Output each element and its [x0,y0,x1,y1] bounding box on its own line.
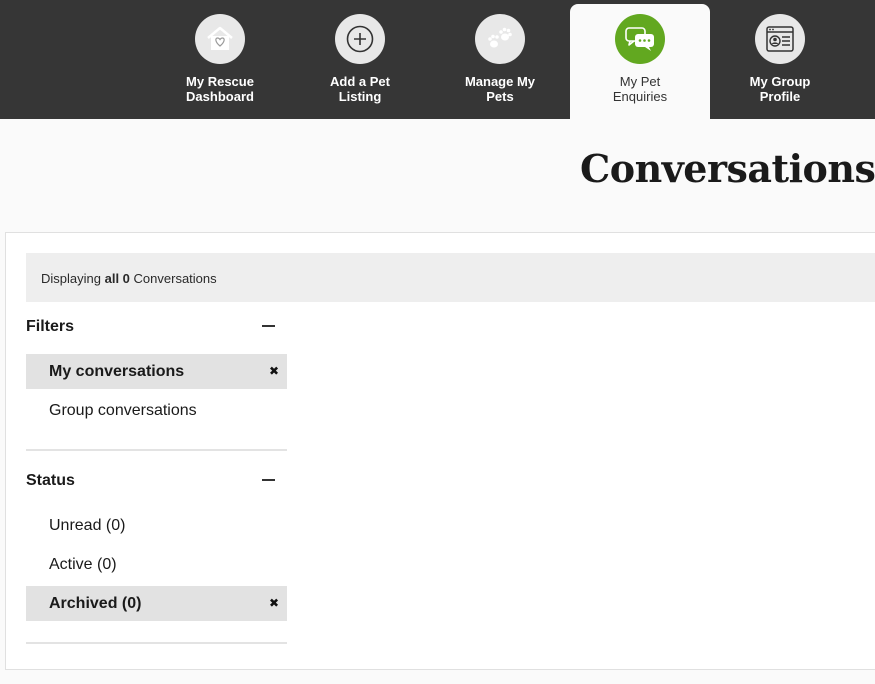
remove-filter-icon[interactable]: ✖ [269,596,279,610]
nav-item-rescue-dashboard[interactable]: My Rescue Dashboard [150,4,290,119]
remove-filter-icon[interactable]: ✖ [269,364,279,378]
filter-group-conversations[interactable]: Group conversations [26,393,287,428]
status-label: Archived (0) [49,595,142,612]
nav-item-pet-enquiries[interactable]: My Pet Enquiries [570,4,710,119]
status-active[interactable]: Active (0) [26,547,287,582]
chat-bubbles-icon [615,14,665,64]
summary-count: all 0 [104,271,130,286]
summary-prefix: Displaying [41,271,101,286]
nav-label: My Group Profile [749,74,811,104]
nav-label: Add a Pet Listing [330,74,390,104]
filters-collapse-icon[interactable] [262,319,276,333]
house-heart-icon [195,14,245,64]
page-title: Conversations [580,146,875,191]
nav-item-manage-pets[interactable]: Manage My Pets [430,4,570,119]
nav-label: Manage My Pets [464,74,536,104]
status-label: Active (0) [49,556,117,573]
filters-heading: Filters [26,318,75,335]
filter-label: My conversations [49,363,185,380]
paw-print-icon [475,14,525,64]
status-collapse-icon[interactable] [262,473,276,487]
status-unread[interactable]: Unread (0) [26,508,287,543]
status-label: Unread (0) [49,517,126,534]
filter-my-conversations[interactable]: My conversations ✖ [26,354,287,389]
conversations-panel: Displaying all 0 Conversations Filters M… [5,232,875,670]
status-archived[interactable]: Archived (0) ✖ [26,586,287,621]
divider [26,449,287,451]
nav-label: My Pet Enquiries [612,74,668,104]
nav-item-group-profile[interactable]: My Group Profile [710,4,850,119]
divider [26,642,287,644]
status-heading: Status [26,472,75,489]
nav-label: My Rescue Dashboard [186,74,254,104]
plus-circle-icon [335,14,385,64]
profile-card-icon [755,14,805,64]
summary-suffix: Conversations [133,271,217,286]
results-summary: Displaying all 0 Conversations [26,253,875,302]
nav-item-add-pet-listing[interactable]: Add a Pet Listing [290,4,430,119]
filter-label: Group conversations [49,402,197,419]
top-navigation: My Rescue Dashboard Add a Pet Listing Ma… [0,0,875,119]
